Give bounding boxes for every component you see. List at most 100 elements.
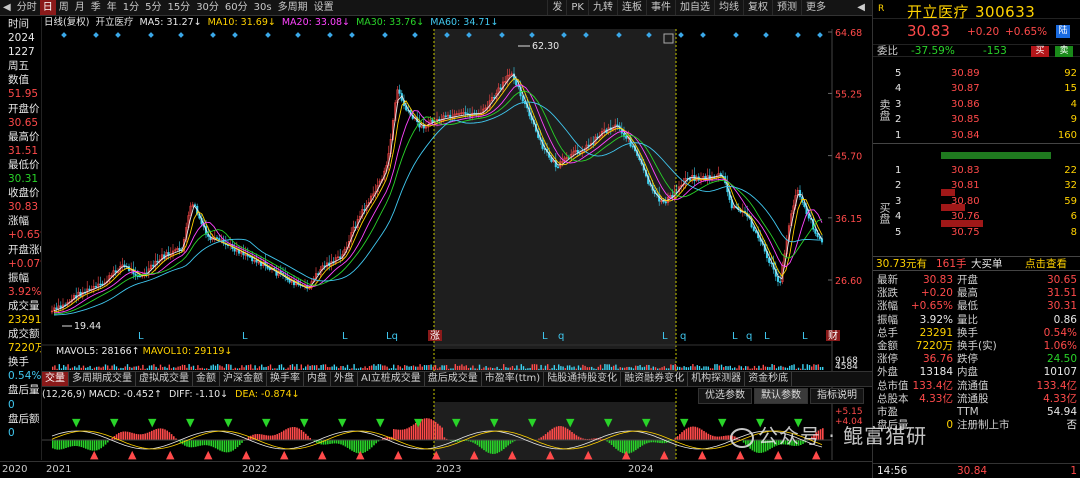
bid-row[interactable]: 2 30.81 32 bbox=[873, 178, 1080, 193]
chart-area[interactable]: 64.68 55.25 45.70 36.15 26.60 62.30 19.44 L L L Lq… bbox=[42, 17, 872, 460]
bid-row[interactable]: 3 30.80 59 bbox=[873, 194, 1080, 209]
toolbar-action-7[interactable]: 复权 bbox=[743, 0, 772, 15]
event-diamond-icon[interactable] bbox=[349, 32, 355, 38]
ask-row[interactable]: 5 30.89 92 bbox=[873, 66, 1080, 81]
marker-0[interactable]: L bbox=[138, 331, 144, 342]
period-12[interactable]: 多周期 bbox=[275, 0, 311, 15]
event-diamond-icon[interactable] bbox=[412, 32, 418, 38]
marker-11[interactable]: L bbox=[764, 331, 770, 342]
event-diamond-icon[interactable] bbox=[265, 32, 271, 38]
ask-row[interactable]: 1 30.84 160 bbox=[873, 128, 1080, 143]
sell-button[interactable]: 卖 bbox=[1055, 46, 1073, 57]
marker-6[interactable]: q bbox=[558, 331, 564, 342]
toolbar-action-1[interactable]: PK bbox=[566, 0, 588, 15]
period-3[interactable]: 月 bbox=[72, 0, 88, 15]
marker-4[interactable]: 涨 bbox=[430, 330, 440, 342]
marker-13[interactable]: 财 bbox=[828, 329, 838, 342]
ask1-volume-bar bbox=[941, 152, 1051, 159]
indicator-tab-4[interactable]: 沪深金额 bbox=[220, 372, 267, 386]
indicator-tab-6[interactable]: 内盘 bbox=[304, 372, 331, 386]
indicator-tab-10[interactable]: 市盈率(ttm) bbox=[482, 372, 545, 386]
ask-row[interactable]: 3 30.86 4 bbox=[873, 97, 1080, 112]
toolbar-action-5[interactable]: 加自选 bbox=[675, 0, 714, 15]
event-diamond-icon[interactable] bbox=[93, 32, 99, 38]
ask-row[interactable]: 4 30.87 15 bbox=[873, 81, 1080, 96]
period-0[interactable]: 分时 bbox=[14, 0, 40, 15]
r-icon[interactable]: R bbox=[878, 4, 884, 14]
indicator-tab-2[interactable]: 虚拟成交量 bbox=[136, 372, 193, 386]
event-diamond-icon[interactable] bbox=[817, 32, 823, 38]
period-13[interactable]: 设置 bbox=[311, 0, 337, 15]
period-7[interactable]: 5分 bbox=[142, 0, 164, 15]
volume-bar bbox=[421, 366, 423, 370]
crosshair-info-column: 时间 2024 1227 周五 数值 51.95 开盘价 30.65 最高价 31.51 最低价 30… bbox=[0, 17, 42, 460]
indicator-tab-5[interactable]: 换手率 bbox=[267, 372, 304, 386]
event-diamond-icon[interactable] bbox=[148, 32, 154, 38]
stat-value: 10107 bbox=[1043, 366, 1077, 379]
indicator-tab-1[interactable]: 多周期成交量 bbox=[69, 372, 136, 386]
marker-2[interactable]: L bbox=[342, 331, 348, 342]
marker-9[interactable]: L bbox=[732, 331, 738, 342]
period-11[interactable]: 30s bbox=[251, 0, 275, 15]
event-diamond-icon[interactable] bbox=[733, 32, 739, 38]
event-diamond-icon[interactable] bbox=[295, 32, 301, 38]
macd-button-1[interactable]: 默认参数 bbox=[754, 388, 808, 404]
toolbar-action-6[interactable]: 均线 bbox=[714, 0, 743, 15]
marker-10[interactable]: q bbox=[746, 331, 752, 342]
buy-button[interactable]: 买 bbox=[1031, 46, 1049, 57]
macd-bar bbox=[643, 440, 646, 445]
indicator-tab-13[interactable]: 机构探测器 bbox=[688, 372, 746, 386]
marker-7[interactable]: L bbox=[662, 331, 668, 342]
dea-value: DEA: -0.874↓ bbox=[235, 389, 300, 400]
toolbar-action-0[interactable]: 发 bbox=[547, 0, 566, 15]
marker-5[interactable]: L bbox=[542, 331, 548, 342]
indicator-tab-12[interactable]: 融资融券变化 bbox=[621, 372, 689, 386]
period-5[interactable]: 年 bbox=[104, 0, 120, 15]
prev-arrow-icon[interactable]: ◀ bbox=[854, 0, 868, 15]
macd-button-0[interactable]: 优选参数 bbox=[698, 388, 752, 404]
indicator-tab-8[interactable]: AI立桩成交量 bbox=[358, 372, 425, 386]
menu-icon[interactable]: ◀ bbox=[0, 0, 14, 15]
bid-row[interactable]: 1 30.83 22 bbox=[873, 163, 1080, 178]
toolbar-action-4[interactable]: 事件 bbox=[646, 0, 675, 15]
event-diamond-icon[interactable] bbox=[678, 32, 684, 38]
toolbar-action-2[interactable]: 九转 bbox=[588, 0, 617, 15]
period-4[interactable]: 季 bbox=[88, 0, 104, 15]
period-2[interactable]: 周 bbox=[56, 0, 72, 15]
period-1[interactable]: 日 bbox=[39, 0, 56, 15]
macd-button-2[interactable]: 指标说明 bbox=[810, 388, 864, 404]
period-10[interactable]: 60分 bbox=[222, 0, 251, 15]
indicator-tab-3[interactable]: 金额 bbox=[193, 372, 220, 386]
marker-8[interactable]: q bbox=[680, 331, 686, 342]
event-diamond-icon[interactable] bbox=[700, 32, 706, 38]
event-diamond-icon[interactable] bbox=[763, 32, 769, 38]
marker-1[interactable]: L bbox=[242, 331, 248, 342]
period-6[interactable]: 1分 bbox=[120, 0, 142, 15]
indicator-tab-14[interactable]: 资金秒底 bbox=[745, 372, 793, 386]
event-diamond-icon[interactable] bbox=[795, 32, 801, 38]
event-diamond-icon[interactable] bbox=[115, 32, 121, 38]
event-diamond-icon[interactable] bbox=[327, 32, 333, 38]
big-order-link[interactable]: 点击查看 bbox=[1025, 257, 1067, 272]
period-8[interactable]: 15分 bbox=[164, 0, 193, 15]
toolbar-action-3[interactable]: 连板 bbox=[617, 0, 646, 15]
event-diamond-icon[interactable] bbox=[178, 32, 184, 38]
event-diamond-icon[interactable] bbox=[210, 32, 216, 38]
indicator-tab-0[interactable]: 交量 bbox=[42, 372, 69, 386]
event-diamond-icon[interactable] bbox=[232, 32, 238, 38]
stat-row: 金额 7220万 换手(实) 1.06% bbox=[873, 340, 1080, 353]
period-9[interactable]: 30分 bbox=[193, 0, 222, 15]
volume-bar bbox=[236, 368, 239, 370]
bid-volume: 6 bbox=[1070, 211, 1077, 223]
ask-row[interactable]: 2 30.85 9 bbox=[873, 112, 1080, 127]
marker-3[interactable]: Lq bbox=[386, 331, 398, 342]
indicator-tab-9[interactable]: 盘后成交量 bbox=[425, 372, 482, 386]
toolbar-action-8[interactable]: 预测 bbox=[772, 0, 801, 15]
event-diamond-icon[interactable] bbox=[61, 32, 67, 38]
event-diamond-icon[interactable] bbox=[382, 32, 388, 38]
big-order-row[interactable]: 30.73元有 161手 大买单 点击查看 bbox=[873, 256, 1080, 271]
marker-12[interactable]: L bbox=[802, 331, 808, 342]
indicator-tab-11[interactable]: 陆股通持股变化 bbox=[544, 372, 622, 386]
indicator-tab-7[interactable]: 外盘 bbox=[331, 372, 358, 386]
toolbar-action-9[interactable]: 更多 bbox=[801, 0, 830, 15]
